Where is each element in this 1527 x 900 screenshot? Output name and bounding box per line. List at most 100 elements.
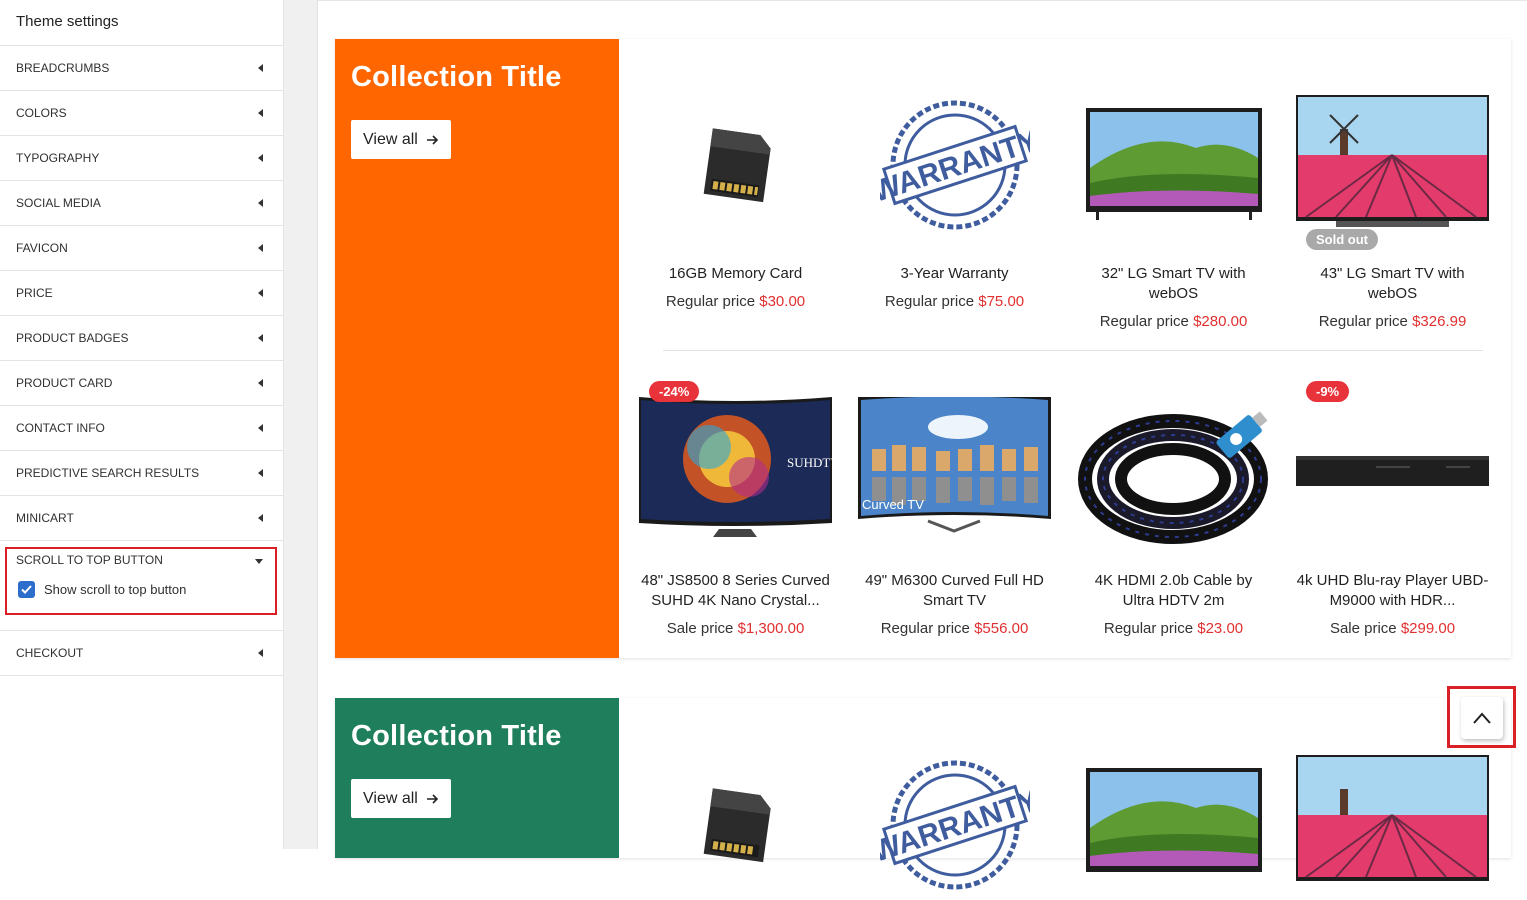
product-card[interactable] [1296, 750, 1489, 900]
sidebar-item-contact-info[interactable]: CONTACT INFO [0, 406, 283, 451]
view-all-button[interactable]: View all [351, 120, 451, 159]
sidebar-item-checkout[interactable]: CHECKOUT [0, 631, 283, 676]
sidebar-item-social-media[interactable]: SOCIAL MEDIA [0, 181, 283, 226]
sidebar-item-label: SOCIAL MEDIA [16, 196, 101, 210]
product-image-lg-tv[interactable] [1077, 90, 1270, 240]
product-image-warranty[interactable]: WARRANTY [858, 750, 1051, 900]
preview-gutter [284, 0, 318, 849]
product-price: Regular price $23.00 [1103, 620, 1244, 637]
product-price: Regular price $280.00 [1099, 313, 1248, 330]
caret-left-icon [258, 469, 263, 477]
product-title[interactable]: 4K HDMI 2.0b Cable by Ultra HDTV 2m [1077, 571, 1270, 611]
product-card[interactable]: WARRANTY 3-Year Warranty Regular price $… [858, 90, 1051, 312]
caret-left-icon [258, 244, 263, 252]
collection-banner: Collection Title View all [335, 698, 619, 858]
product-price: Sale price $299.00 [1329, 620, 1456, 637]
collection-section: Collection Title View all WARRANTY [335, 698, 1511, 890]
sidebar-item-label: TYPOGRAPHY [16, 151, 100, 165]
product-title[interactable]: 3-Year Warranty [858, 264, 1051, 284]
sidebar-item-label: PREDICTIVE SEARCH RESULTS [16, 466, 200, 480]
checkbox-label: Show scroll to top button [44, 582, 187, 597]
chevron-up-icon [1473, 712, 1491, 724]
collection-title: Collection Title [351, 61, 562, 93]
caret-left-icon [258, 64, 263, 72]
view-all-button[interactable]: View all [351, 779, 451, 818]
checkmark-icon [21, 585, 32, 594]
sidebar-item-label: FAVICON [16, 241, 68, 255]
caret-left-icon [258, 199, 263, 207]
product-image-bluray-player[interactable]: -9% [1296, 381, 1489, 547]
sidebar-title: Theme settings [0, 0, 283, 46]
product-card[interactable]: Curved TV 49" M6300 Curved Full HD Smart… [858, 397, 1051, 639]
sale-badge: -9% [1306, 381, 1350, 402]
caret-left-icon [258, 424, 263, 432]
collection-banner: Collection Title View all [335, 39, 619, 658]
sidebar-item-label: COLORS [16, 106, 67, 120]
product-card[interactable]: 4K HDMI 2.0b Cable by Ultra HDTV 2m Regu… [1077, 397, 1270, 639]
caret-left-icon [258, 334, 263, 342]
show-scroll-to-top-checkbox[interactable] [18, 581, 35, 598]
sidebar-item-favicon[interactable]: FAVICON [0, 226, 283, 271]
product-price: Sale price $1,300.00 [666, 620, 805, 637]
product-price: Regular price $326.99 [1318, 313, 1467, 330]
sidebar-item-label: BREADCRUMBS [16, 61, 110, 75]
caret-left-icon [258, 154, 263, 162]
row-divider [663, 350, 1483, 351]
product-title[interactable]: 48" JS8500 8 Series Curved SUHD 4K Nano … [639, 571, 832, 611]
product-card[interactable]: -9% 4k UHD Blu-ray Player UBD-M9000 with… [1296, 381, 1489, 639]
sidebar-item-breadcrumbs[interactable]: BREADCRUMBS [0, 46, 283, 91]
product-image-lg-tv[interactable] [1077, 750, 1270, 900]
sidebar-item-predictive-search[interactable]: PREDICTIVE SEARCH RESULTS [0, 451, 283, 496]
scroll-to-top-button[interactable] [1461, 697, 1503, 739]
product-card[interactable]: 16GB Memory Card Regular price $30.00 [639, 90, 832, 312]
product-card[interactable]: -24% SUHDTV 48" JS8500 8 Series Curved S… [639, 381, 832, 639]
sidebar-item-label: PRODUCT BADGES [16, 331, 129, 345]
sidebar-item-product-badges[interactable]: PRODUCT BADGES [0, 316, 283, 361]
sidebar-item-typography[interactable]: TYPOGRAPHY [0, 136, 283, 181]
product-image-memory-card[interactable] [639, 750, 832, 900]
sidebar-item-label: CHECKOUT [16, 646, 84, 660]
product-title[interactable]: 16GB Memory Card [639, 264, 832, 284]
product-title[interactable]: 32" LG Smart TV with webOS [1077, 264, 1270, 304]
sold-out-badge: Sold out [1306, 229, 1378, 250]
show-scroll-to-top-option[interactable]: Show scroll to top button [18, 581, 186, 598]
product-image-memory-card[interactable] [639, 90, 832, 240]
product-card[interactable] [639, 750, 832, 900]
sale-badge: -24% [649, 381, 700, 402]
product-image-lg-tv-43[interactable]: Sold out [1296, 90, 1489, 250]
product-card[interactable]: Sold out 43" LG Smart TV with webOS Regu… [1296, 90, 1489, 332]
theme-settings-sidebar: Theme settings BREADCRUMBS COLORS TYPOGR… [0, 0, 284, 849]
product-card[interactable] [1077, 750, 1270, 900]
sidebar-item-minicart[interactable]: MINICART [0, 496, 283, 541]
sidebar-item-price[interactable]: PRICE [0, 271, 283, 316]
caret-left-icon [258, 514, 263, 522]
sidebar-item-product-card[interactable]: PRODUCT CARD [0, 361, 283, 406]
product-image-curved-tv[interactable]: Curved TV [858, 397, 1051, 547]
sidebar-item-scroll-to-top[interactable]: SCROLL TO TOP BUTTON [16, 553, 163, 567]
caret-left-icon [258, 289, 263, 297]
sidebar-item-colors[interactable]: COLORS [0, 91, 283, 136]
collection-section: Collection Title View all 16GB Memory Ca… [335, 39, 1511, 658]
collection-title: Collection Title [351, 720, 562, 752]
product-title[interactable]: 49" M6300 Curved Full HD Smart TV [858, 571, 1051, 611]
arrow-right-icon [426, 134, 438, 145]
caret-down-icon[interactable] [255, 559, 263, 564]
product-title[interactable]: 4k UHD Blu-ray Player UBD-M9000 with HDR… [1296, 571, 1489, 611]
caret-left-icon [258, 649, 263, 657]
caret-left-icon [258, 109, 263, 117]
product-card[interactable]: WARRANTY [858, 750, 1051, 900]
product-image-suhd-tv[interactable]: -24% SUHDTV [639, 381, 832, 547]
product-image-lg-tv-43[interactable] [1296, 750, 1489, 900]
caret-left-icon [258, 379, 263, 387]
sidebar-item-label: PRODUCT CARD [16, 376, 113, 390]
svg-text:SUHDTV: SUHDTV [787, 455, 832, 470]
svg-text:Curved TV: Curved TV [862, 497, 924, 512]
view-all-label: View all [363, 789, 418, 807]
sidebar-item-label: CONTACT INFO [16, 421, 105, 435]
arrow-right-icon [426, 793, 438, 804]
product-card[interactable]: 32" LG Smart TV with webOS Regular price… [1077, 90, 1270, 332]
sidebar-section-scroll-to-top: SCROLL TO TOP BUTTON Show scroll to top … [0, 541, 283, 631]
product-image-warranty[interactable]: WARRANTY [858, 90, 1051, 240]
product-title[interactable]: 43" LG Smart TV with webOS [1296, 264, 1489, 304]
product-image-hdmi-cable[interactable] [1077, 397, 1270, 547]
